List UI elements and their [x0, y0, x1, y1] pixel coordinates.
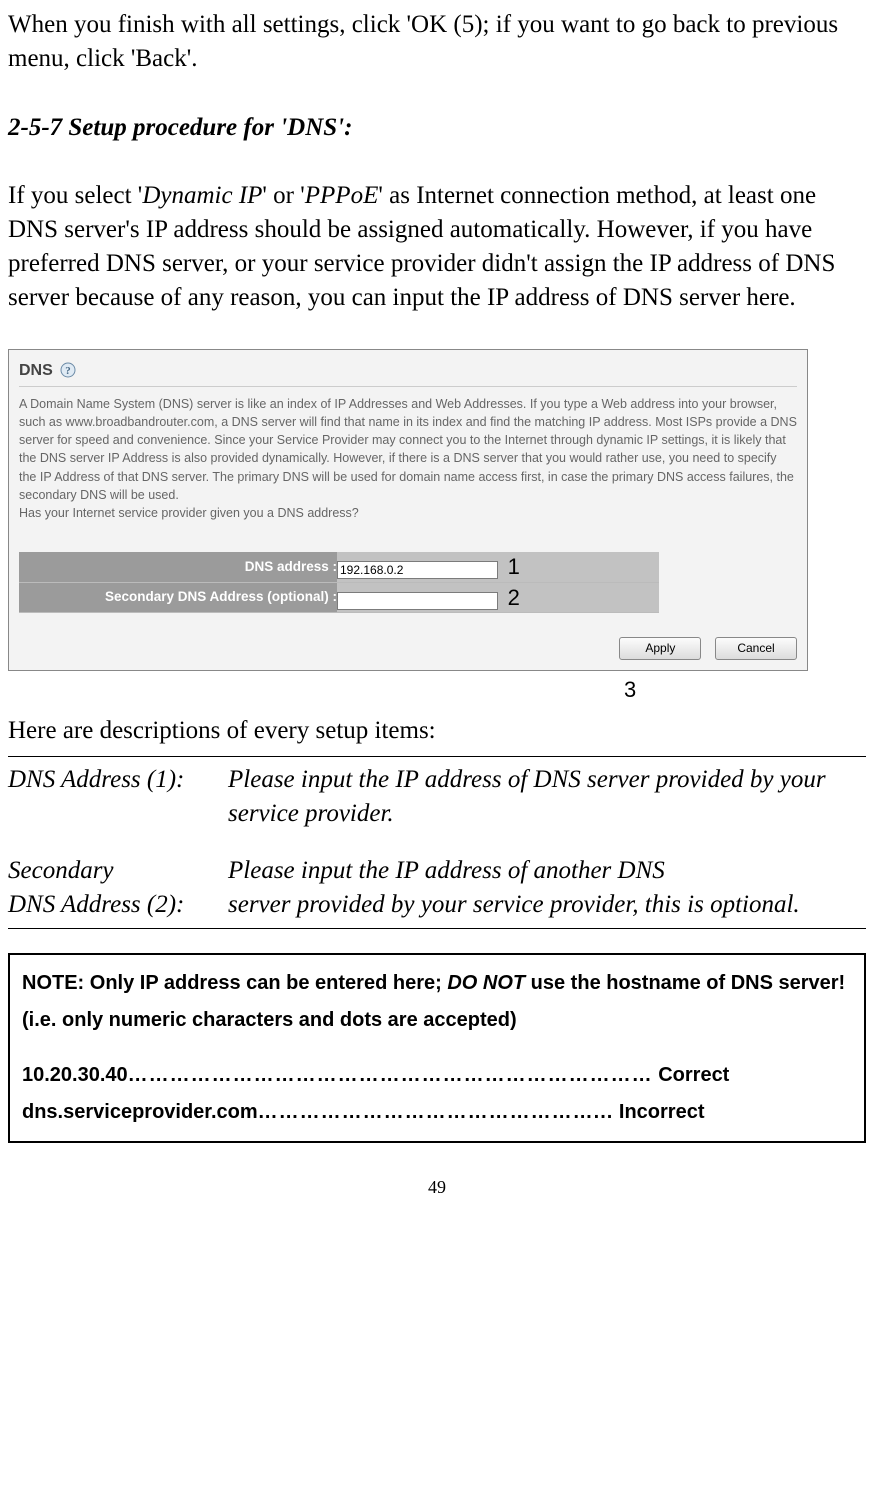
svg-text:?: ?: [66, 365, 72, 377]
dns-panel-title-row: DNS ?: [19, 360, 797, 382]
text: If you select ': [8, 182, 142, 209]
annotation-3: 3: [8, 675, 866, 705]
button-row: Apply Cancel: [19, 637, 797, 659]
desc-2-text-line1: Please input the IP address of another D…: [228, 857, 665, 884]
divider: [19, 386, 797, 387]
secondary-dns-input-cell: 2: [337, 582, 659, 613]
intro-paragraph: When you finish with all settings, click…: [8, 8, 866, 76]
desc-1-text: Please input the IP address of DNS serve…: [228, 756, 866, 836]
ex1-value: 10.20.30.40: [22, 1064, 128, 1086]
desc-2-label-line1: Secondary: [8, 857, 114, 884]
desc-2-label: Secondary DNS Address (2):: [8, 848, 228, 928]
desc-row-1: DNS Address (1): Please input the IP add…: [8, 756, 866, 836]
secondary-dns-label: Secondary DNS Address (optional) :: [19, 582, 337, 613]
dns-address-input[interactable]: [337, 561, 498, 579]
dns-address-input-cell: 1: [337, 552, 659, 582]
note-box: NOTE: Only IP address can be entered her…: [8, 953, 866, 1143]
cancel-button[interactable]: Cancel: [715, 637, 797, 659]
dynamic-ip-term: Dynamic IP: [142, 182, 262, 209]
example-correct: 10.20.30.40………………………………………………………………… Cor…: [22, 1057, 852, 1094]
note-line-1: NOTE: Only IP address can be entered her…: [22, 965, 852, 1039]
section-heading: 2-5-7 Setup procedure for 'DNS':: [8, 111, 866, 145]
desc-2-label-line2: DNS Address (2):: [8, 891, 184, 918]
ex1-result: Correct: [653, 1064, 730, 1086]
desc-1-label: DNS Address (1):: [8, 756, 228, 836]
dns-screenshot-panel: DNS ? A Domain Name System (DNS) server …: [8, 349, 808, 670]
ex2-value: dns.serviceprovider.com: [22, 1101, 258, 1123]
annotation-2: 2: [508, 583, 520, 613]
note-pre: NOTE: Only IP address can be entered her…: [22, 972, 447, 994]
descriptions-table: DNS Address (1): Please input the IP add…: [8, 756, 866, 929]
example-incorrect: dns.serviceprovider.com………………………………………….…: [22, 1094, 852, 1131]
desc-2-text: Please input the IP address of another D…: [228, 848, 866, 928]
pppoe-term: PPPoE: [305, 182, 379, 209]
annotation-1: 1: [508, 552, 520, 582]
page-number: 49: [8, 1175, 866, 1199]
dns-description-text: A Domain Name System (DNS) server is lik…: [19, 395, 797, 522]
text: ' or ': [262, 182, 304, 209]
ex1-dots: …………………………………………………………………: [128, 1064, 653, 1086]
secondary-dns-row: Secondary DNS Address (optional) : 2: [19, 582, 659, 613]
secondary-dns-input[interactable]: [337, 592, 498, 610]
dns-address-label: DNS address :: [19, 552, 337, 582]
desc-2-text-line2: server provided by your service provider…: [228, 891, 800, 918]
dns-form-table: DNS address : 1 Secondary DNS Address (o…: [19, 552, 659, 613]
help-icon: ?: [60, 362, 76, 383]
desc-row-2: Secondary DNS Address (2): Please input …: [8, 848, 866, 928]
ex2-dots: …………………………………………...: [258, 1101, 614, 1123]
dns-address-row: DNS address : 1: [19, 552, 659, 582]
apply-button[interactable]: Apply: [619, 637, 701, 659]
ex2-result: Incorrect: [613, 1101, 704, 1123]
note-donot: DO NOT: [447, 972, 525, 994]
explanation-paragraph: If you select 'Dynamic IP' or 'PPPoE' as…: [8, 179, 866, 314]
spacer: [22, 1039, 852, 1057]
dns-panel-title: DNS: [19, 362, 53, 379]
descriptions-intro: Here are descriptions of every setup ite…: [8, 714, 866, 748]
